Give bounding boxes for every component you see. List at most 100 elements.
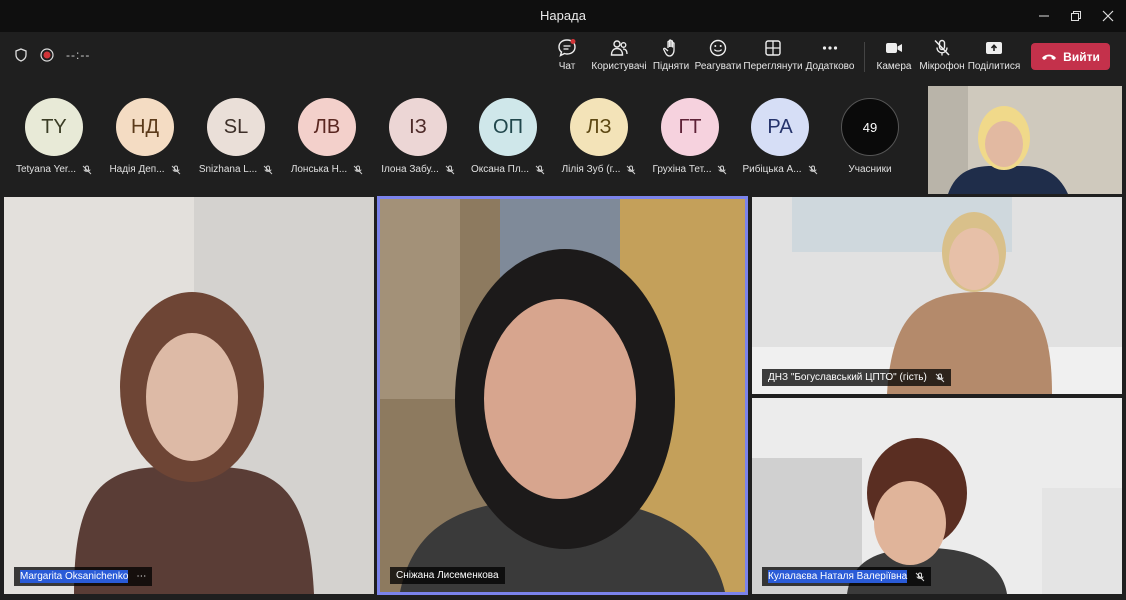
avatar: ГТ (661, 98, 719, 156)
participant-name: Оксана Пл... (470, 164, 530, 175)
participant-name: Лілія Зуб (г... (561, 164, 621, 175)
name-tag: Кулалаєва Наталя Валеріївна (762, 567, 932, 586)
people-button[interactable]: Користувачі (591, 38, 647, 78)
avatar: ОП (479, 98, 537, 156)
hand-icon (663, 39, 675, 57)
share-screen-icon (986, 42, 1002, 54)
chat-label: Чат (558, 61, 576, 72)
video-tile[interactable]: Кулалаєва Наталя Валеріївна (752, 398, 1122, 594)
chat-button[interactable]: Чат (553, 38, 581, 78)
participant-video (752, 398, 1122, 594)
participant-name: Margarita Oksanichenko (20, 570, 129, 583)
avatar: РА (751, 98, 809, 156)
participant[interactable]: ГТ Грухіна Тет... (645, 98, 735, 175)
participant[interactable]: TY Tetyana Yer... (9, 98, 99, 175)
raise-hand-button[interactable]: Підняти (653, 38, 689, 78)
video-tile[interactable]: Margarita Oksanichenko ⋯ (4, 197, 374, 594)
self-view (928, 86, 1122, 194)
overflow-label: Учасники (848, 164, 892, 175)
participant-name: Snizhana L... (198, 164, 258, 175)
window-title: Нарада (540, 8, 586, 23)
restore-button[interactable] (1062, 0, 1090, 32)
react-label: Реагувати (694, 61, 742, 72)
restore-icon (1071, 11, 1081, 21)
avatar: НД (116, 98, 174, 156)
leave-button[interactable]: Вийти (1031, 43, 1110, 70)
meeting-toolbar: --:-- Чат Користувачі Підняти Реагувати … (0, 32, 1126, 82)
participant-name: ДНЗ "Богуславський ЦПТО" (гість) (768, 372, 927, 383)
smiley-icon (709, 39, 727, 57)
ellipsis-icon (822, 46, 838, 50)
view-label: Переглянути (743, 61, 803, 72)
avatar: ЛВ (298, 98, 356, 156)
avatar: TY (25, 98, 83, 156)
minimize-button[interactable] (1030, 0, 1058, 32)
participant-name: Кулалаєва Наталя Валеріївна (768, 570, 908, 583)
mic-muted-icon (808, 165, 817, 174)
camera-label: Камера (876, 61, 912, 72)
participant[interactable]: ЛЗ Лілія Зуб (г... (554, 98, 644, 175)
mic-muted-icon (82, 165, 92, 174)
react-button[interactable]: Реагувати (694, 38, 742, 78)
overflow-count: 49 (841, 98, 899, 156)
participant[interactable]: ОП Оксана Пл... (463, 98, 553, 175)
raise-label: Підняти (652, 61, 690, 72)
name-tag: Margarita Oksanichenko ⋯ (14, 567, 153, 586)
people-label: Користувачі (591, 61, 647, 72)
mic-muted-icon (627, 165, 636, 174)
share-label: Поділитися (967, 61, 1021, 72)
share-button[interactable]: Поділитися (967, 38, 1021, 78)
participant-video (380, 199, 745, 592)
toolbar-divider (864, 42, 865, 72)
mic-muted-icon (263, 165, 273, 174)
participant-strip: TY Tetyana Yer... НД Надія Деп... SL Sni… (0, 82, 928, 195)
recording-icon (40, 48, 54, 62)
participant-video (4, 197, 374, 594)
mic-button[interactable]: Мікрофон (919, 38, 965, 78)
participant-name: Надія Деп... (109, 164, 165, 175)
close-button[interactable] (1094, 0, 1122, 32)
camera-button[interactable]: Камера (876, 38, 912, 78)
view-button[interactable]: Переглянути (743, 38, 803, 78)
participant[interactable]: SL Snizhana L... (191, 98, 281, 175)
participant-name: Сніжана Лисеменкова (396, 570, 499, 581)
participant[interactable]: РА Рибіцька А... (735, 98, 825, 175)
participant-name: Лонська Н... (290, 164, 348, 175)
participant-name: Tetyana Yer... (15, 164, 77, 175)
mic-label: Мікрофон (919, 61, 965, 72)
more-actions-button[interactable]: Додатково (805, 38, 855, 78)
participants-overflow-button[interactable]: 49 Учасники (825, 98, 915, 175)
avatar: ЛЗ (570, 98, 628, 156)
mic-muted-icon (915, 572, 925, 581)
video-tile-speaking[interactable]: Сніжана Лисеменкова (377, 196, 748, 595)
participant[interactable]: НД Надія Деп... (100, 98, 190, 175)
hang-up-icon (1042, 54, 1057, 60)
more-label: Додатково (805, 61, 855, 72)
participant-name: Ілона Забу... (381, 164, 439, 175)
video-tile[interactable]: ДНЗ "Богуславський ЦПТО" (гість) (752, 197, 1122, 394)
name-tag: ДНЗ "Богуславський ЦПТО" (гість) (762, 369, 951, 386)
minimize-icon (1039, 15, 1049, 17)
participant[interactable]: ІЗ Ілона Забу... (373, 98, 463, 175)
avatar: ІЗ (389, 98, 447, 156)
people-icon (610, 40, 628, 56)
mic-muted-icon (535, 165, 545, 174)
mic-muted-icon (171, 165, 180, 174)
camera-icon (886, 43, 902, 53)
close-icon (1102, 10, 1114, 22)
title-bar: Нарада (0, 0, 1126, 32)
mic-muted-icon (445, 165, 455, 174)
grid-view-icon (765, 40, 781, 56)
name-tag: Сніжана Лисеменкова (390, 567, 505, 584)
participant-name: Грухіна Тет... (652, 164, 712, 175)
meeting-status: --:-- (14, 48, 90, 62)
leave-label: Вийти (1063, 49, 1100, 64)
chat-icon (558, 39, 576, 57)
mic-muted-icon (353, 165, 363, 174)
self-video (928, 86, 1122, 194)
shield-icon (15, 48, 27, 62)
mic-off-icon (934, 39, 950, 56)
more-options-icon[interactable]: ⋯ (136, 571, 146, 582)
mic-muted-icon (718, 165, 727, 174)
participant[interactable]: ЛВ Лонська Н... (282, 98, 372, 175)
